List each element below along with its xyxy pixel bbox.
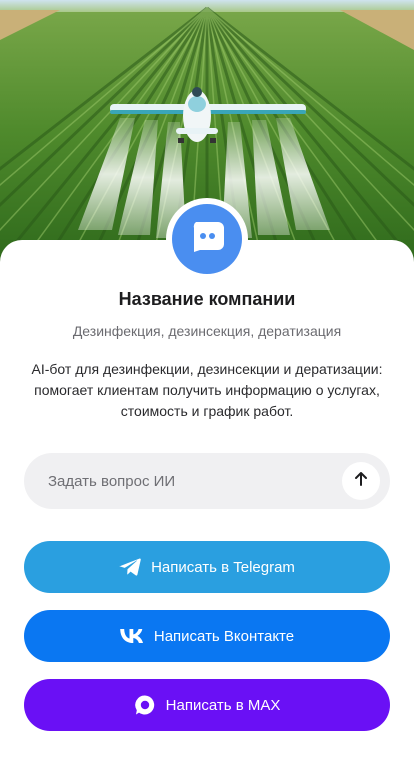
avatar bbox=[172, 204, 242, 274]
telegram-icon bbox=[119, 558, 141, 576]
vk-button-label: Написать Вконтакте bbox=[153, 627, 295, 645]
company-tagline: Дезинфекция, дезинсекция, дератизация bbox=[72, 323, 342, 339]
ask-ai-input[interactable] bbox=[24, 453, 334, 509]
telegram-button-label: Написать в Telegram bbox=[151, 558, 295, 576]
max-button[interactable]: Написать в MAX bbox=[24, 679, 390, 731]
vk-icon bbox=[120, 629, 144, 643]
send-button[interactable] bbox=[342, 462, 380, 500]
ask-ai-box bbox=[24, 453, 390, 509]
max-icon bbox=[134, 694, 156, 716]
arrow-up-icon bbox=[353, 471, 369, 492]
telegram-button[interactable]: Написать в Telegram bbox=[24, 541, 390, 593]
max-button-label: Написать в MAX bbox=[165, 696, 281, 714]
vk-button[interactable]: Написать Вконтакте bbox=[24, 610, 390, 662]
company-name: Название компании bbox=[118, 289, 296, 309]
page: Название компании Дезинфекция, дезинсекц… bbox=[0, 0, 414, 770]
company-description: AI-бот для дезинфекции, дезинсекции и де… bbox=[31, 361, 383, 419]
chat-bot-icon bbox=[190, 221, 224, 257]
